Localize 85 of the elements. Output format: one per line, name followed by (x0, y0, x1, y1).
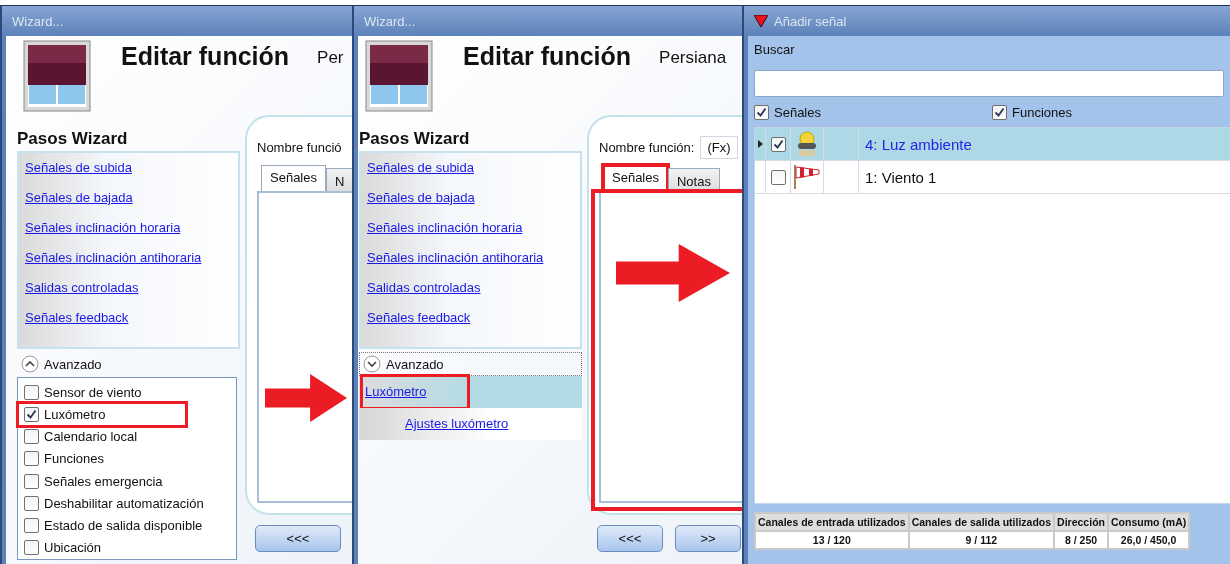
option-checkbox[interactable] (24, 518, 39, 534)
step-link[interactable]: Señales de subida (367, 159, 474, 177)
advanced-label: Avanzado (44, 356, 102, 372)
chevron-up-icon (21, 355, 39, 373)
nav-button[interactable]: >> (675, 525, 741, 552)
step-item[interactable]: Luxómetro (359, 376, 582, 408)
option-checkbox[interactable] (24, 540, 39, 556)
option-label: Sensor de viento (44, 384, 142, 400)
column-header: Canales de salida utilizados (909, 514, 1054, 530)
tab[interactable]: Señales (603, 165, 668, 191)
window-blind-icon (23, 40, 91, 112)
tab[interactable]: N (326, 168, 352, 191)
step-link[interactable]: Salidas controladas (367, 279, 481, 297)
step-item[interactable]: Ajustes luxómetro (359, 408, 582, 440)
step-link[interactable]: Señales feedback (25, 309, 129, 327)
tick-icon (756, 106, 767, 118)
window-title: Wizard... (12, 13, 64, 29)
table-cell: 13 / 120 (756, 532, 908, 548)
option-label: Calendario local (44, 429, 138, 445)
signal-row[interactable]: 1: Viento 1 (755, 161, 1230, 194)
name-input-field[interactable]: (Fx) (700, 135, 738, 159)
window-blind-icon (365, 40, 433, 112)
step-link[interactable]: Señales de bajada (25, 189, 133, 207)
option-checkbox[interactable] (24, 406, 39, 422)
dialog-heading: Editar función (121, 42, 290, 71)
dialog-subtitle: Per (317, 48, 344, 68)
table-cell: 26,0 / 450,0 (1108, 532, 1189, 548)
lamp-lux-icon (796, 131, 818, 157)
row-checkbox[interactable] (770, 169, 786, 185)
option-checkbox[interactable] (24, 473, 39, 489)
signal-row[interactable]: 4: Luz ambiente (755, 128, 1230, 161)
window-title: Wizard... (364, 13, 416, 29)
option-checkbox[interactable] (24, 429, 39, 445)
option-checkbox[interactable] (24, 384, 39, 400)
step-link[interactable]: Señales inclinación antihoraria (367, 249, 544, 267)
steps-heading: Pasos Wizard (359, 129, 471, 150)
tick-icon (26, 408, 37, 420)
option-label: Funciones (44, 451, 104, 467)
option-label: Señales emergencia (44, 473, 163, 489)
dialog-subtitle: Persiana (659, 48, 727, 68)
nav-button[interactable]: <<< (597, 525, 663, 552)
column-header: Canales de entrada utilizados (756, 514, 908, 530)
step-link[interactable]: Señales de bajada (367, 189, 475, 207)
step-link[interactable]: Señales feedback (367, 309, 471, 327)
step-link[interactable]: Salidas controladas (25, 279, 139, 297)
column-header: Consumo (mA) (1108, 514, 1189, 530)
nav-button[interactable]: <<< (255, 525, 341, 552)
filter-checkbox[interactable] (754, 104, 769, 120)
step-link[interactable]: Luxómetro (365, 383, 427, 401)
tab[interactable]: Señales (261, 165, 326, 191)
chevron-down-icon (363, 355, 381, 373)
search-field[interactable] (754, 70, 1224, 97)
row-checkbox[interactable] (770, 136, 786, 152)
filter-label: Funciones (1012, 104, 1072, 120)
signal-name: 4: Luz ambiente (864, 134, 972, 155)
row-pointer-icon (757, 140, 763, 148)
windsock-icon (793, 164, 821, 190)
advanced-header[interactable]: Avanzado (17, 352, 240, 376)
option-checkbox[interactable] (24, 495, 39, 511)
field-label: Nombre función: (599, 139, 695, 155)
step-link[interactable]: Ajustes luxómetro (405, 415, 509, 433)
field-label: Nombre funció (257, 139, 342, 155)
option-label: Ubicación (44, 540, 102, 556)
step-link[interactable]: Señales inclinación antihoraria (25, 249, 202, 267)
steps-heading: Pasos Wizard (17, 129, 129, 150)
column-header: Dirección (1055, 514, 1107, 530)
option-label: Luxómetro (44, 406, 106, 422)
option-checkbox[interactable] (24, 451, 39, 467)
window-title: Añadir señal (774, 13, 847, 29)
table-cell: 9 / 112 (909, 532, 1054, 548)
step-link[interactable]: Señales inclinación horaria (367, 219, 523, 237)
tick-icon (772, 138, 784, 150)
signal-name: 1: Viento 1 (864, 167, 937, 188)
filter-label: Señales (774, 104, 821, 120)
dialog-heading: Editar función (463, 42, 632, 71)
advanced-label: Avanzado (386, 356, 444, 372)
step-link[interactable]: Señales inclinación horaria (25, 219, 181, 237)
table-cell: 8 / 250 (1055, 532, 1107, 548)
tick-icon (994, 106, 1005, 118)
step-link[interactable]: Señales de subida (25, 159, 132, 177)
triangle-icon (754, 15, 768, 27)
option-label: Deshabilitar automatización (44, 495, 204, 511)
search-label: Buscar (754, 42, 796, 59)
filter-checkbox[interactable] (992, 104, 1007, 120)
option-label: Estado de salida disponible (44, 518, 203, 534)
